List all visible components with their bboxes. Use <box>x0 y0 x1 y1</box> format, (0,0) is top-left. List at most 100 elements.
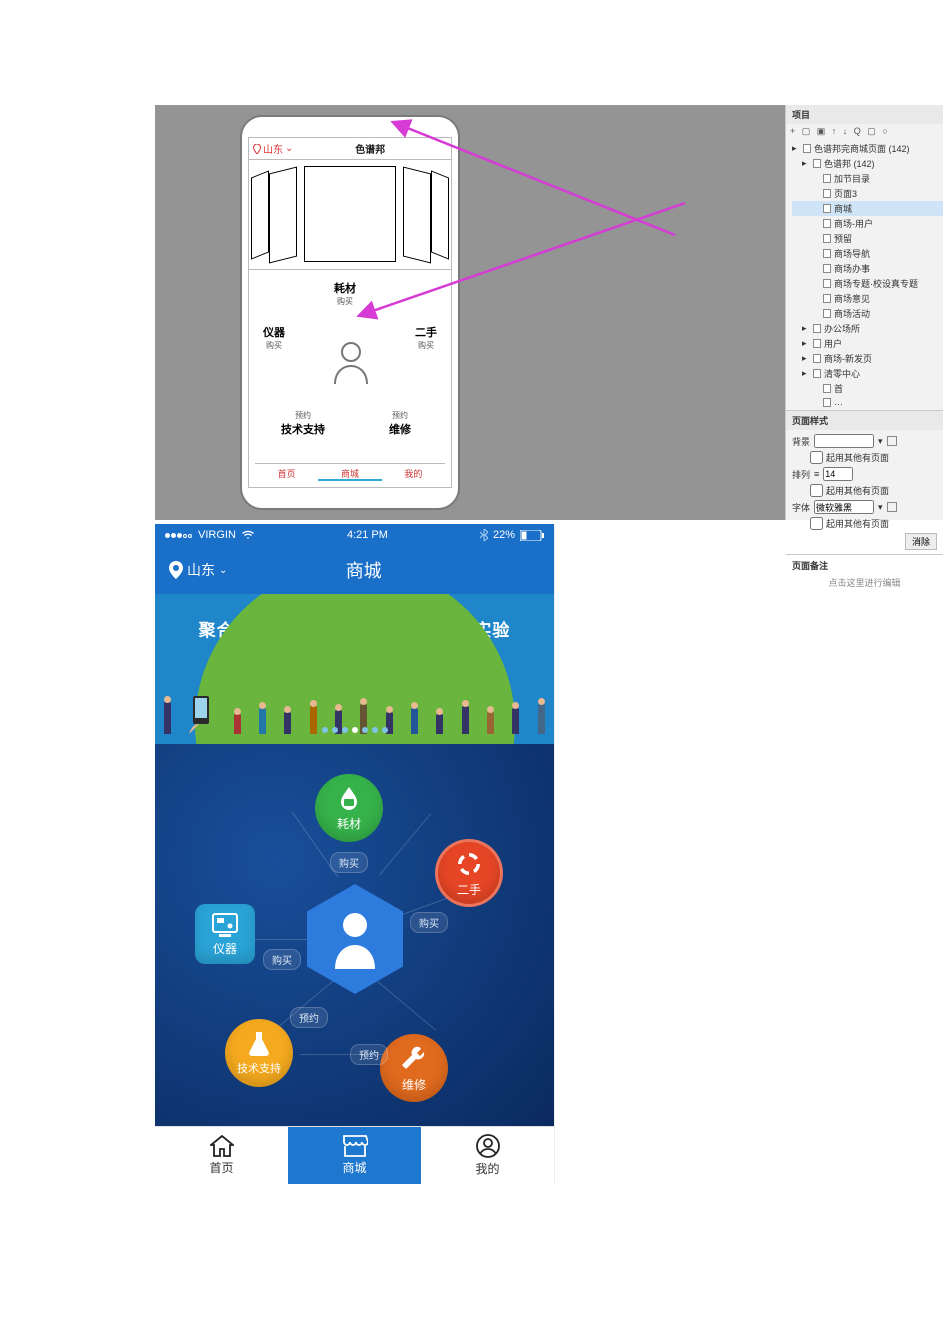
tree-item-label: 色谱邦 (142) <box>824 157 875 170</box>
wireframe-tab-home[interactable]: 首页 <box>255 464 318 481</box>
tree-item-label: 商场-新发页 <box>824 352 872 365</box>
tree-item[interactable]: 商场专题·校设真专题 <box>792 276 943 291</box>
tab-mine[interactable]: 我的 <box>421 1127 554 1184</box>
wireframe-cat-ershou-sub: 购买 <box>415 340 437 351</box>
tree-item[interactable]: ▸用户 <box>792 336 943 351</box>
tree-expand-icon[interactable]: ▸ <box>802 323 810 334</box>
tree-item[interactable]: ▸色谱邦完商城页面 (142) <box>792 141 943 156</box>
chip-book-1[interactable]: 预约 <box>290 1007 328 1028</box>
connector-line <box>245 939 315 940</box>
project-toolbar[interactable]: + ▢ ▣ ↑ ↓ Q ▢ ○ <box>786 124 943 139</box>
user-circle-icon <box>476 1134 500 1158</box>
wireframe-location[interactable]: 山东 ⌄ <box>253 141 293 156</box>
style-align-check-label: 起用其他有页面 <box>826 484 889 497</box>
cat-node-ershou[interactable]: 二手 <box>435 839 503 907</box>
location-pin-icon <box>169 561 183 579</box>
tree-item[interactable]: 商场-用户 <box>792 216 943 231</box>
carrier-label: VIRGIN <box>198 529 236 541</box>
tree-item-label: 商场办事 <box>834 262 870 275</box>
cat-node-jishu[interactable]: 技术支持 <box>225 1019 293 1087</box>
hero-banner[interactable]: 聚合众人的智慧 让天下没有难做的实验 <box>155 594 554 744</box>
wireframe-cat-haocai[interactable]: 耗材 购买 <box>334 280 356 307</box>
tree-item[interactable]: 商城 <box>792 201 943 216</box>
cat-node-yiqi[interactable]: 仪器 <box>195 904 255 964</box>
tree-item[interactable]: ▸清零中心 <box>792 366 943 381</box>
wireframe-cat-ershou-label: 二手 <box>415 324 437 340</box>
tree-item-label: 预留 <box>834 232 852 245</box>
project-panel-title: 项目 <box>786 105 943 124</box>
style-align-apply-check[interactable]: 起用其他有页面 <box>792 484 937 497</box>
project-tree[interactable]: ▸色谱邦完商城页面 (142)▸色谱邦 (142)加节目录页面3商城商场-用户预… <box>786 139 943 410</box>
chip-buy-1[interactable]: 购买 <box>330 852 368 873</box>
tree-item[interactable]: 商场导航 <box>792 246 943 261</box>
page-style-section: 页面样式 背景 ▾ 起用其他有页面 排列 ≡ 起用其他有页面 字体 ▾ <box>786 410 943 554</box>
style-align-input[interactable] <box>823 467 853 481</box>
dropdown-icon[interactable]: ▾ <box>878 502 883 513</box>
align-left-icon[interactable]: ≡ <box>814 469 819 479</box>
page-icon <box>823 264 831 273</box>
tree-item[interactable]: ▸ 商场-新发页 <box>792 351 943 366</box>
page-icon <box>823 219 831 228</box>
pager-dot[interactable] <box>372 727 378 733</box>
dropdown-icon[interactable]: ▾ <box>878 436 883 447</box>
tree-item[interactable]: 商场活动 <box>792 306 943 321</box>
chip-buy-3[interactable]: 购买 <box>263 949 301 970</box>
tree-expand-icon[interactable]: ▸ <box>802 353 810 364</box>
tree-item[interactable]: 预留 <box>792 231 943 246</box>
tree-expand-icon[interactable]: ▸ <box>802 368 810 379</box>
page-notes-hint[interactable]: 点击这里进行编辑 <box>792 576 937 589</box>
wireframe-cat-weixiu[interactable]: 预约 维修 <box>389 410 411 437</box>
pager-dot[interactable] <box>342 727 348 733</box>
tab-store[interactable]: 商城 <box>288 1127 421 1184</box>
carousel-slide-far-left <box>251 170 269 259</box>
tree-item[interactable]: 商场意见 <box>792 291 943 306</box>
style-bg-label: 背景 <box>792 435 810 448</box>
checkbox-font-apply[interactable] <box>810 517 823 530</box>
center-person-hexagon[interactable] <box>307 884 403 994</box>
tree-expand-icon[interactable]: ▸ <box>792 143 800 154</box>
tree-item-label: 办公场所 <box>824 322 860 335</box>
pager-dot[interactable] <box>362 727 368 733</box>
banner-pager[interactable] <box>155 720 554 738</box>
cat-node-haocai-label: 耗材 <box>337 815 361 832</box>
pager-dot[interactable] <box>352 727 358 733</box>
tree-item[interactable]: ▸ 办公场所 <box>792 321 943 336</box>
wireframe-cat-jishu[interactable]: 预约 技术支持 <box>281 410 325 437</box>
tree-item[interactable]: 商场办事 <box>792 261 943 276</box>
wireframe-tab-mine[interactable]: 我的 <box>382 464 445 481</box>
wireframe-carousel[interactable] <box>249 160 451 270</box>
color-picker-icon[interactable] <box>887 502 897 512</box>
tree-item[interactable]: … <box>792 396 943 408</box>
style-bg-input[interactable] <box>814 434 874 448</box>
wireframe-category-map: 耗材 购买 仪器 购买 二手 购买 预约 技术支持 预约 维修 <box>249 270 451 455</box>
cat-node-weixiu[interactable]: 维修 <box>380 1034 448 1102</box>
wireframe-cat-ershou[interactable]: 二手 购买 <box>415 324 437 351</box>
tree-expand-icon[interactable]: ▸ <box>802 338 810 349</box>
page-icon <box>823 189 831 198</box>
tree-item[interactable]: ▸ 色谱邦 (142) <box>792 156 943 171</box>
wireframe-tab-store[interactable]: 商城 <box>318 464 381 481</box>
style-font-input[interactable] <box>814 500 874 514</box>
style-clear-button[interactable]: 消除 <box>905 533 937 550</box>
pager-dot[interactable] <box>322 727 328 733</box>
cat-node-jishu-label: 技术支持 <box>237 1060 281 1076</box>
battery-percent: 22% <box>493 529 515 541</box>
chip-buy-2[interactable]: 购买 <box>410 912 448 933</box>
tree-item[interactable]: 页面3 <box>792 186 943 201</box>
pager-dot[interactable] <box>332 727 338 733</box>
style-bg-apply-check[interactable]: 起用其他有页面 <box>792 451 937 464</box>
tree-item[interactable]: 首 <box>792 381 943 396</box>
wireframe-screen: 山东 ⌄ 色谱邦 耗材 购买 仪器 购买 <box>248 137 452 488</box>
pager-dot[interactable] <box>382 727 388 733</box>
tree-item-label: 页面3 <box>834 187 857 200</box>
tree-item[interactable]: 加节目录 <box>792 171 943 186</box>
chip-book-2[interactable]: 预约 <box>350 1044 388 1065</box>
tab-home[interactable]: 首页 <box>155 1127 288 1184</box>
style-font-apply-check[interactable]: 起用其他有页面 <box>792 517 937 530</box>
checkbox-align-apply[interactable] <box>810 484 823 497</box>
cat-node-haocai[interactable]: 耗材 <box>315 774 383 842</box>
color-picker-icon[interactable] <box>887 436 897 446</box>
wireframe-cat-yiqi[interactable]: 仪器 购买 <box>263 324 285 351</box>
checkbox-bg-apply[interactable] <box>810 451 823 464</box>
tree-expand-icon[interactable]: ▸ <box>802 158 810 169</box>
